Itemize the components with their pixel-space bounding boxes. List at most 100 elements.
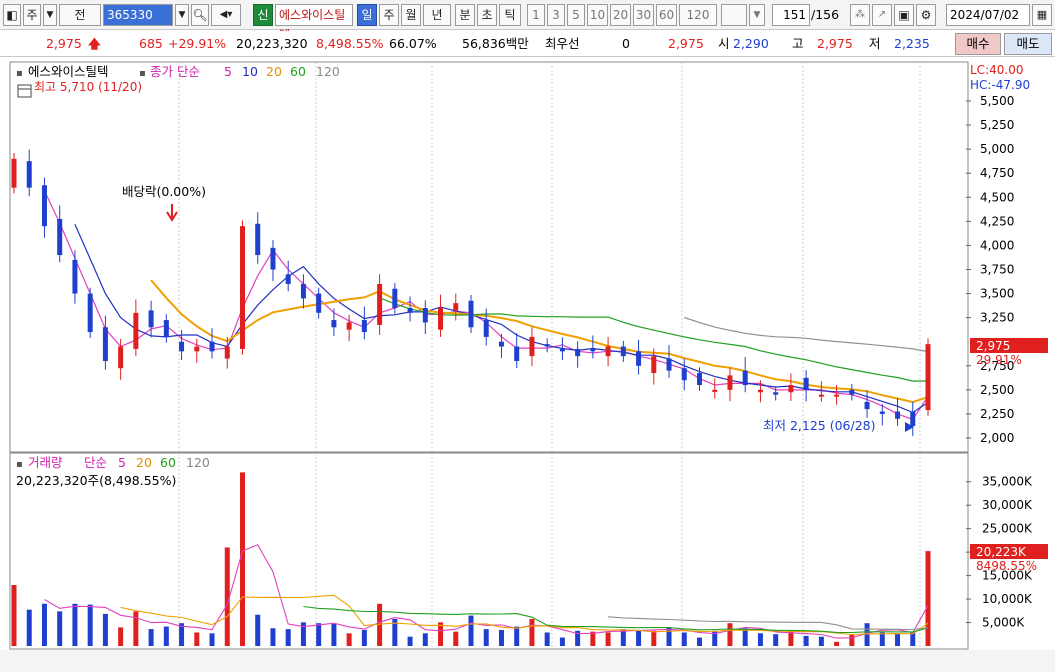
minute-20-button[interactable]: 20 bbox=[610, 4, 631, 26]
volume-bar bbox=[407, 636, 413, 646]
price-tick-label: 5,250 bbox=[980, 118, 1014, 132]
market-all-select[interactable]: 전 bbox=[59, 4, 101, 26]
volume-bar bbox=[895, 633, 901, 646]
period-week-tab[interactable]: 주 bbox=[379, 4, 399, 26]
candle-body bbox=[895, 411, 901, 419]
compare-icon[interactable]: ⁂ bbox=[850, 4, 870, 26]
ma10-legend: 10 bbox=[242, 64, 258, 79]
volume-bar bbox=[636, 629, 642, 646]
volume-bar bbox=[331, 624, 337, 646]
market-type-select[interactable]: 주 bbox=[23, 4, 41, 26]
candle-body bbox=[864, 401, 870, 410]
candle-body bbox=[498, 341, 504, 347]
volume-bar bbox=[361, 629, 367, 646]
candle-body bbox=[270, 247, 276, 270]
stock-code-input[interactable]: 365330 bbox=[103, 4, 173, 26]
ma120-legend: 120 bbox=[316, 64, 340, 79]
candle-body bbox=[26, 161, 32, 188]
date-input[interactable]: 2024/07/02 bbox=[946, 4, 1030, 26]
candle-body bbox=[163, 320, 169, 337]
period-second-tab[interactable]: 초 bbox=[477, 4, 497, 26]
chart-toolbar: ◧ 주 ▼ 전 365330 ▼ 🔍︎ ◀▾ 신 에스와이스틸텍 일 주 월 년… bbox=[0, 0, 1055, 42]
period-year-tab[interactable]: 년 bbox=[423, 4, 451, 26]
volume-bar bbox=[285, 629, 291, 646]
minute-1-button[interactable]: 1 bbox=[527, 4, 545, 26]
candle-body bbox=[483, 320, 489, 337]
volume-bar bbox=[57, 611, 63, 646]
volume-bar bbox=[102, 613, 108, 646]
volume-bar bbox=[453, 631, 459, 646]
minute-60-button[interactable]: 60 bbox=[656, 4, 677, 26]
minute-3-button[interactable]: 3 bbox=[547, 4, 565, 26]
lc-label: LC:40.00 bbox=[970, 63, 1023, 77]
volume-bar bbox=[605, 632, 611, 646]
volume-bar bbox=[26, 609, 32, 646]
candle-body bbox=[712, 389, 718, 392]
volume-bar bbox=[483, 629, 489, 646]
window-menu-icon[interactable]: ◧ bbox=[3, 4, 21, 26]
best-quote-zero: 0 bbox=[622, 36, 630, 51]
new-listing-badge[interactable]: 신 bbox=[253, 4, 273, 26]
volume-bar bbox=[240, 472, 245, 646]
volume-tick-label: 35,000K bbox=[982, 475, 1033, 489]
candle-body bbox=[41, 185, 47, 227]
period-month-tab[interactable]: 월 bbox=[401, 4, 421, 26]
minute-10-button[interactable]: 10 bbox=[587, 4, 608, 26]
sell-button[interactable]: 매도 bbox=[1004, 33, 1052, 55]
candle-body bbox=[544, 344, 550, 347]
search-icon[interactable]: 🔍︎ bbox=[191, 4, 209, 26]
code-dropdown-icon[interactable]: ▼ bbox=[175, 4, 189, 26]
minute-30-button[interactable]: 30 bbox=[633, 4, 654, 26]
price-legend-title: 종가 단순 bbox=[150, 64, 200, 79]
candle-body bbox=[87, 293, 93, 333]
low-price: 2,235 bbox=[894, 36, 930, 51]
candle-body bbox=[422, 308, 428, 323]
volume-bar bbox=[163, 626, 169, 646]
volume-bar bbox=[544, 632, 550, 646]
audio-icon[interactable]: ◀▾ bbox=[211, 4, 241, 26]
minute-120-button[interactable]: 120 bbox=[679, 4, 717, 26]
volume-bar bbox=[834, 641, 840, 646]
save-icon[interactable]: ▣ bbox=[894, 4, 914, 26]
price-panel bbox=[9, 61, 969, 453]
period-tick-tab[interactable]: 틱 bbox=[499, 4, 521, 26]
price-tick-label: 3,500 bbox=[980, 287, 1014, 301]
volume-bar bbox=[697, 637, 702, 646]
candle-body bbox=[224, 346, 230, 359]
volume-bar bbox=[529, 618, 535, 646]
candle-body bbox=[697, 373, 702, 386]
calendar-icon[interactable]: ▦ bbox=[1032, 4, 1052, 26]
candle-body bbox=[575, 348, 581, 357]
market-type-dropdown-icon[interactable]: ▼ bbox=[43, 4, 57, 26]
chart-area[interactable]: 5,500 5,250 5,000 4,750 4,500 4,250 4,000 3,750… bbox=[0, 58, 1055, 672]
volume-summary: 20,223,320주(8,498.55%) bbox=[16, 473, 176, 488]
volume-bar bbox=[72, 603, 78, 646]
candle-body bbox=[925, 344, 931, 411]
period-minute-tab[interactable]: 분 bbox=[455, 4, 475, 26]
open-label: 시 bbox=[718, 36, 730, 51]
candle-body bbox=[818, 394, 824, 397]
candle-total-label: /156 bbox=[811, 7, 840, 22]
candle-body bbox=[727, 375, 733, 390]
volume-bar bbox=[255, 614, 261, 646]
volume-bar bbox=[559, 637, 565, 646]
vma20-legend: 20 bbox=[136, 455, 152, 470]
custom-period-dropdown-icon[interactable]: ▼ bbox=[749, 4, 765, 26]
candle-body bbox=[910, 411, 916, 426]
candle-count-input[interactable]: 151 bbox=[772, 4, 810, 26]
candle-body bbox=[407, 308, 413, 313]
candle-body bbox=[438, 308, 444, 330]
up-arrow-icon: 🡅 bbox=[88, 36, 101, 51]
last-price-pct: 29.91% bbox=[976, 353, 1022, 367]
last-price-label: 2,975 bbox=[976, 339, 1010, 353]
gear-icon[interactable]: ⚙ bbox=[916, 4, 936, 26]
candle-body bbox=[346, 322, 352, 330]
minute-5-button[interactable]: 5 bbox=[567, 4, 585, 26]
trading-volume: 20,223,320 bbox=[236, 36, 308, 51]
custom-period-input[interactable] bbox=[721, 4, 747, 26]
buy-button[interactable]: 매수 bbox=[955, 33, 1001, 55]
line-tool-icon[interactable]: ↗ bbox=[872, 4, 892, 26]
price-tick-label: 5,000 bbox=[980, 142, 1014, 156]
stock-name-field[interactable]: 에스와이스틸텍 bbox=[275, 4, 353, 42]
period-day-tab[interactable]: 일 bbox=[357, 4, 377, 26]
